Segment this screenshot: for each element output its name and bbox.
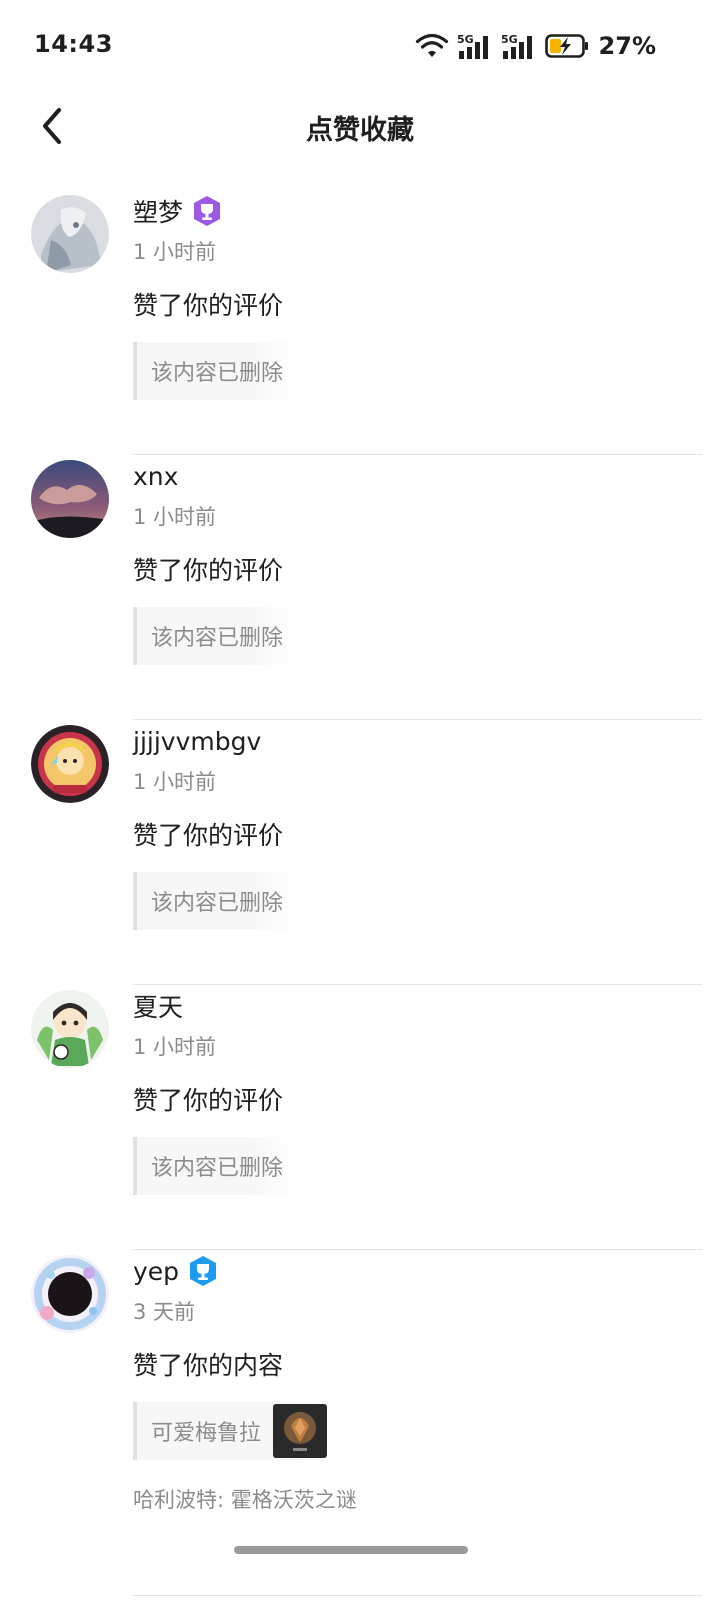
- action-text: 赞了你的评价: [133, 291, 284, 320]
- signal-5g-icon: 5G: [501, 33, 532, 59]
- nav-header: 点赞收藏: [0, 90, 720, 162]
- user-name[interactable]: yep: [133, 1257, 179, 1286]
- quoted-content[interactable]: 可爱梅鲁拉: [133, 1402, 342, 1460]
- avatar-image: [31, 1255, 109, 1333]
- user-name[interactable]: 塑梦: [133, 193, 183, 229]
- user-name[interactable]: 夏天: [133, 988, 183, 1024]
- home-indicator[interactable]: [234, 1546, 468, 1554]
- wifi-icon: [415, 33, 448, 57]
- divider: [133, 1595, 702, 1596]
- quoted-content[interactable]: 该内容已删除: [133, 342, 298, 400]
- list-item: jjjjvvmbgv 1 小时前 赞了你的评价 该内容已删除: [0, 720, 720, 985]
- quoted-content[interactable]: 该内容已删除: [133, 872, 298, 930]
- status-bar: 14:43 5G 5G 27%: [0, 0, 720, 90]
- list-item: 夏天 1 小时前 赞了你的评价 该内容已删除: [0, 985, 720, 1250]
- quote-text: 该内容已删除: [151, 1156, 284, 1181]
- avatar-image: [31, 460, 109, 538]
- status-time: 14:43: [34, 30, 113, 58]
- status-icons: 5G 5G 27%: [415, 30, 656, 62]
- action-text: 赞了你的评价: [133, 556, 284, 585]
- timestamp: 1 小时前: [133, 770, 217, 794]
- avatar[interactable]: [31, 725, 109, 803]
- timestamp: 1 小时前: [133, 505, 217, 529]
- timestamp: 1 小时前: [133, 240, 217, 264]
- signal-5g-icon: 5G: [457, 33, 488, 59]
- quoted-content[interactable]: 该内容已删除: [133, 1137, 298, 1195]
- battery-charging-icon: [544, 34, 588, 58]
- user-name[interactable]: xnx: [133, 462, 178, 491]
- source-game-link[interactable]: 哈利波特: 霍格沃茨之谜: [133, 1484, 702, 1514]
- action-text: 赞了你的内容: [133, 1351, 284, 1380]
- quote-text: 该内容已删除: [151, 361, 284, 386]
- action-text: 赞了你的评价: [133, 821, 284, 850]
- avatar-image: [31, 725, 109, 803]
- quoted-content[interactable]: 该内容已删除: [133, 607, 298, 665]
- avatar[interactable]: [31, 990, 109, 1068]
- avatar[interactable]: [31, 1255, 109, 1333]
- action-text: 赞了你的评价: [133, 1086, 284, 1115]
- content-thumbnail: [273, 1404, 328, 1458]
- blue-trophy-badge-icon: [187, 1255, 219, 1287]
- avatar[interactable]: [31, 195, 109, 273]
- list-item: xnx 1 小时前 赞了你的评价 该内容已删除: [0, 455, 720, 720]
- purple-trophy-badge-icon: [191, 195, 223, 227]
- timestamp: 3 天前: [133, 1300, 196, 1324]
- battery-percent: 27%: [598, 32, 656, 60]
- page-title: 点赞收藏: [306, 115, 414, 146]
- network-label: 5G: [501, 33, 518, 46]
- list-item: yep 3 天前 赞了你的内容 可爱梅鲁拉 哈利波特: 霍格沃茨之谜: [0, 1250, 720, 1596]
- user-name[interactable]: jjjjvvmbgv: [133, 727, 261, 756]
- timestamp: 1 小时前: [133, 1035, 217, 1059]
- quote-text: 该内容已删除: [151, 891, 284, 916]
- avatar-image: [31, 195, 109, 273]
- avatar-image: [31, 990, 109, 1068]
- network-label: 5G: [457, 33, 474, 46]
- quote-text: 可爱梅鲁拉: [151, 1421, 262, 1446]
- notification-list: 塑梦 1 小时前 赞了你的评价 该内容已删除 xnx 1 小时前 赞了你的评价 …: [0, 190, 720, 1596]
- quote-text: 该内容已删除: [151, 626, 284, 651]
- list-item: 塑梦 1 小时前 赞了你的评价 该内容已删除: [0, 190, 720, 455]
- avatar[interactable]: [31, 460, 109, 538]
